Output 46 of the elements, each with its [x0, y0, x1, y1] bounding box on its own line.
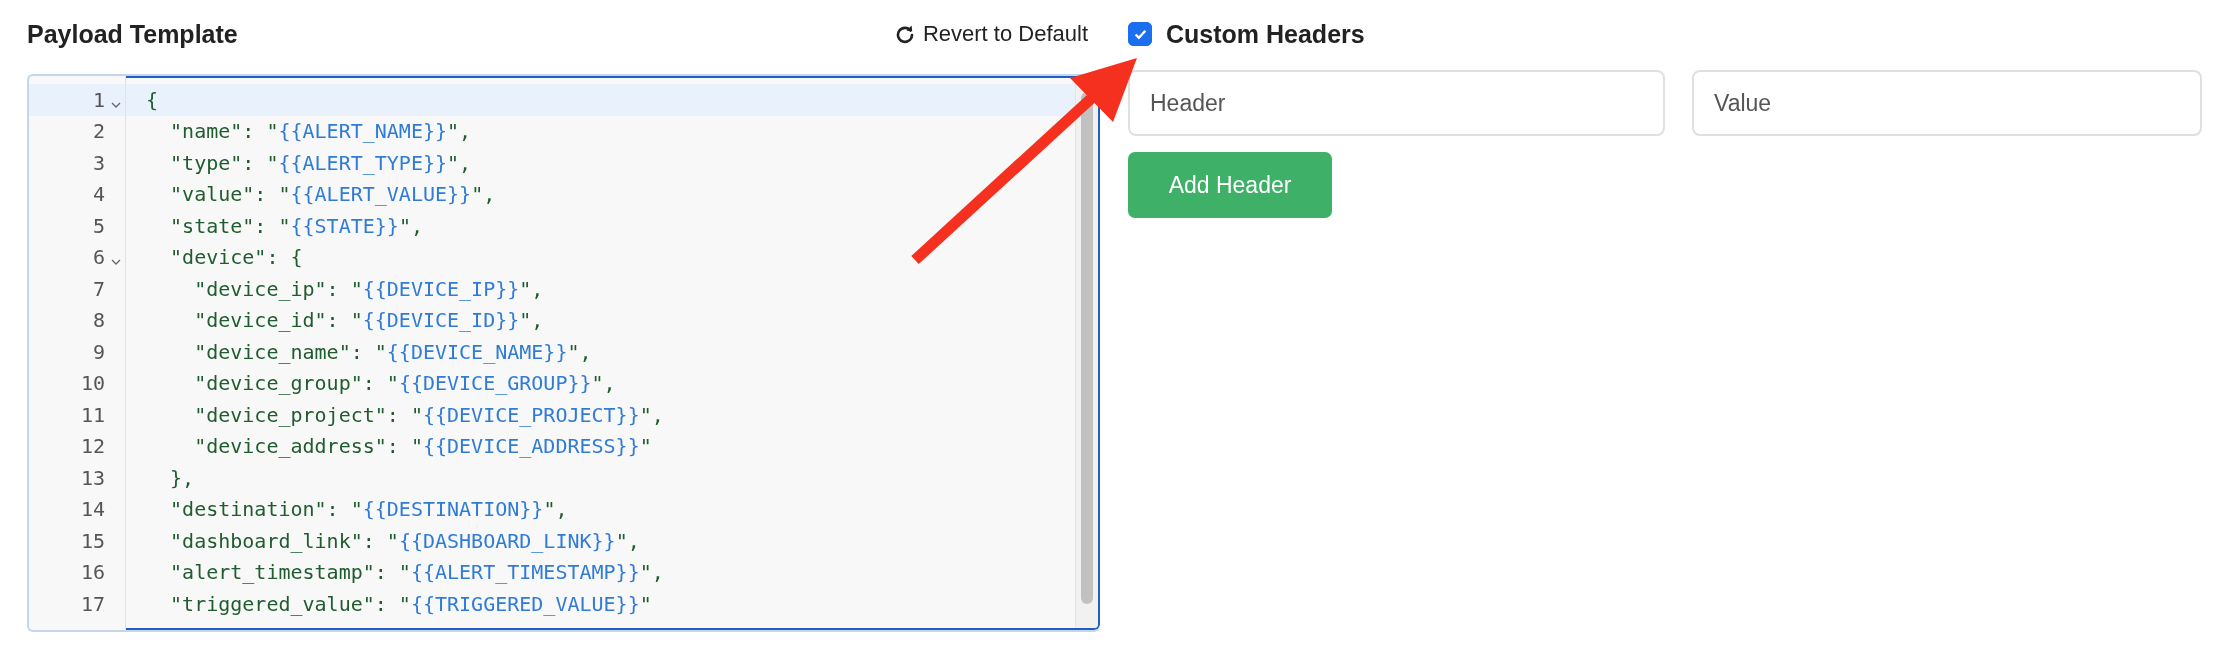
- fold-icon[interactable]: [111, 101, 121, 108]
- line-number: 15: [80, 528, 105, 553]
- checkmark-icon: [1133, 28, 1147, 40]
- code-line: "device_project": "{{DEVICE_PROJECT}}",: [193, 402, 664, 427]
- line-number: 14: [80, 497, 105, 522]
- line-number: 2: [92, 119, 105, 144]
- line-number: 1: [92, 87, 105, 112]
- line-number: 10: [80, 371, 105, 396]
- code-line: "name": "{{ALERT_NAME}}",: [169, 119, 472, 144]
- line-number: 12: [80, 434, 105, 459]
- code-line: "alert_timestamp": "{{ALERT_TIMESTAMP}}",: [169, 560, 664, 585]
- code-line: "value": "{{ALERT_VALUE}}",: [169, 182, 496, 207]
- line-number: 5: [92, 213, 105, 238]
- line-number: 7: [92, 276, 105, 301]
- line-number: 13: [80, 465, 105, 490]
- line-number: 11: [80, 402, 105, 427]
- code-line: "device_name": "{{DEVICE_NAME}}",: [193, 339, 592, 364]
- code-line: "destination": "{{DESTINATION}}",: [169, 497, 568, 522]
- refresh-icon: [894, 24, 915, 44]
- line-number: 8: [92, 308, 105, 333]
- code-line: {: [146, 87, 159, 112]
- checkbox-label: Custom Headers: [1166, 19, 1365, 49]
- line-number: 17: [80, 591, 105, 616]
- fold-icon[interactable]: [111, 259, 121, 266]
- code-line: "triggered_value": "{{TRIGGERED_VALUE}}": [169, 591, 652, 616]
- code-line: "device_id": "{{DEVICE_ID}}",: [193, 308, 544, 333]
- line-number: 6: [92, 245, 105, 270]
- checkbox[interactable]: [1128, 22, 1152, 46]
- scrollbar-thumb[interactable]: [1081, 92, 1093, 604]
- section-title: Payload Template: [27, 19, 238, 49]
- code-line: "type": "{{ALERT_TYPE}}",: [169, 150, 472, 175]
- code-line: "state": "{{STATE}}",: [169, 213, 423, 238]
- line-number: 9: [92, 339, 105, 364]
- code-line: },: [169, 465, 195, 490]
- code-line: "device": {: [169, 245, 303, 270]
- code-line: "device_group": "{{DEVICE_GROUP}}",: [193, 371, 616, 396]
- code-line: "device_address": "{{DEVICE_ADDRESS}}": [193, 434, 652, 459]
- line-number: 4: [92, 182, 105, 207]
- code-line: "dashboard_link": "{{DASHBOARD_LINK}}",: [169, 528, 640, 553]
- value-field[interactable]: Value: [1692, 70, 2202, 136]
- code-line: "device_ip": "{{DEVICE_IP}}",: [193, 276, 544, 301]
- line-number: 3: [92, 150, 105, 175]
- revert-button[interactable]: Revert to Default: [894, 21, 1088, 47]
- code-editor[interactable]: [27, 74, 1100, 632]
- header-field[interactable]: Header: [1128, 70, 1665, 136]
- line-number: 16: [80, 560, 105, 585]
